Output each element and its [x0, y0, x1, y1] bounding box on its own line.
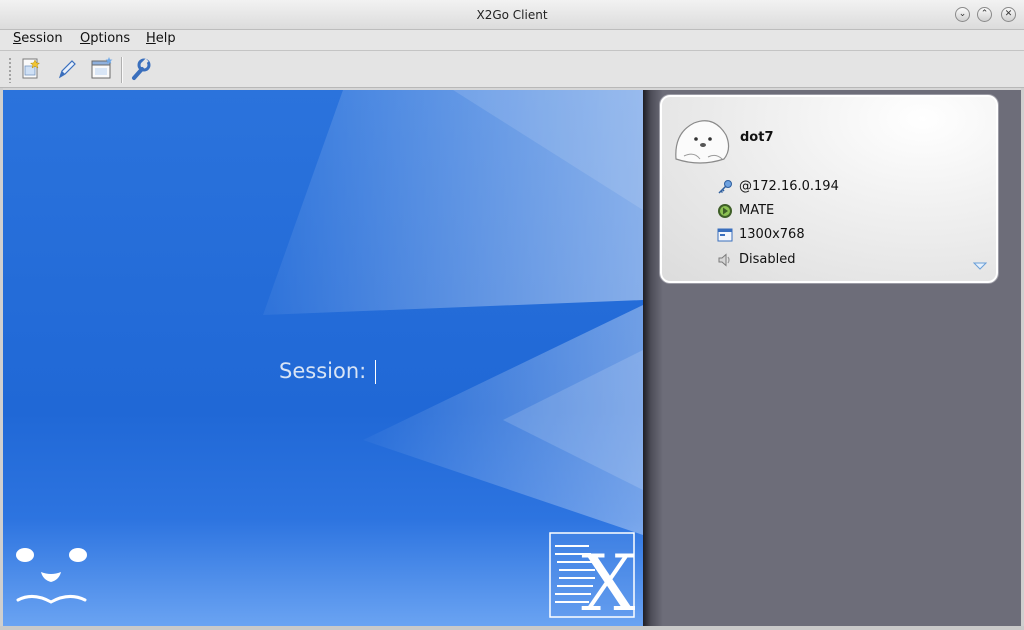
menu-options[interactable]: Options: [80, 31, 130, 46]
menu-session[interactable]: Session: [13, 31, 63, 46]
session-desktop: MATE: [739, 203, 775, 218]
session-input[interactable]: [375, 360, 526, 384]
session-window-icon: [91, 57, 113, 79]
session-label: Session:: [279, 359, 367, 383]
seal-avatar-icon: [675, 120, 730, 164]
expand-arrow-icon[interactable]: [973, 261, 987, 271]
close-button[interactable]: ✕: [1001, 7, 1016, 22]
preferences-button[interactable]: [127, 56, 153, 82]
new-session-icon: [22, 58, 41, 79]
mate-logo-icon: [718, 204, 732, 218]
svg-text:X: X: [581, 539, 635, 618]
edit-session-icon: [58, 60, 76, 79]
session-window-button[interactable]: [89, 56, 115, 82]
window-border-bottom: [0, 626, 1024, 630]
session-sound: Disabled: [739, 252, 796, 267]
display-icon: [717, 228, 733, 242]
x2go-mascot-face-icon: [16, 548, 87, 604]
x2go-x-logo-icon: X: [549, 532, 635, 618]
maximize-button[interactable]: ⌃: [977, 7, 992, 22]
background-light-rays: [263, 90, 643, 535]
toolbar-separator: [121, 57, 123, 83]
toolbar-grip[interactable]: [8, 57, 12, 83]
toolbar: [0, 51, 1024, 88]
speaker-icon: [718, 253, 730, 267]
title-bar: X2Go Client ⌄ ⌃ ✕: [0, 0, 1024, 30]
session-card[interactable]: dot7 @172.16.0.194 MATE 1300x768 Disable…: [660, 95, 998, 283]
key-icon: [718, 180, 732, 194]
preferences-wrench-icon: [132, 58, 151, 80]
window-title: X2Go Client: [476, 8, 548, 22]
menu-bar: Session Options Help: [0, 30, 1024, 51]
session-server: @172.16.0.194: [739, 179, 839, 194]
session-list-pane: dot7 @172.16.0.194 MATE 1300x768 Disable…: [643, 90, 1021, 626]
menu-help[interactable]: Help: [146, 31, 176, 46]
login-pane: Session: X: [3, 90, 643, 626]
session-name: dot7: [740, 130, 774, 145]
minimize-button[interactable]: ⌄: [955, 7, 970, 22]
session-resolution: 1300x768: [739, 227, 805, 242]
edit-session-button[interactable]: [54, 56, 80, 82]
new-session-button[interactable]: [18, 56, 44, 82]
